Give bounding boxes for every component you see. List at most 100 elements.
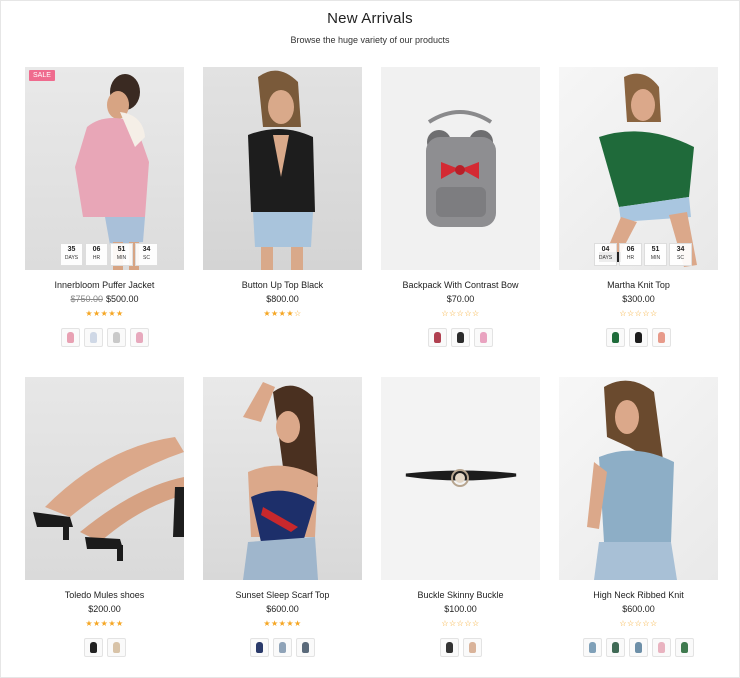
color-swatch[interactable] [583,638,602,657]
product-image[interactable] [25,377,184,580]
product-image[interactable] [203,67,362,270]
star-empty-icon: ☆ [441,309,449,318]
color-swatch[interactable] [462,638,482,657]
model-pink-jacket-image [75,74,149,270]
product-name[interactable]: Innerbloom Puffer Jacket [25,280,184,290]
product-name[interactable]: Sunset Sleep Scarf Top [203,590,362,600]
color-swatch[interactable] [60,328,80,347]
star-filled-icon: ★ [263,619,271,628]
product-price: $750.00 $500.00 [25,294,184,304]
rating-stars: ☆☆☆☆☆ [381,619,540,629]
star-empty-icon: ☆ [650,309,658,318]
star-empty-icon: ☆ [626,309,635,318]
current-price: $800.00 [266,294,299,304]
product-card[interactable]: Buckle Skinny Buckle $100.00 ☆☆☆☆☆ [381,377,540,657]
color-swatch[interactable] [474,328,493,347]
color-swatch[interactable] [629,328,648,347]
current-price: $600.00 [622,604,655,614]
product-image[interactable]: 04 DAYS 06 HR 51 MIN 34 SC [559,67,718,270]
product-card[interactable]: Toledo Mules shoes $200.00 ★★★★★ [25,377,184,657]
product-price: $70.00 [381,294,540,304]
countdown-timer: 35 DAYS 06 HR 51 MIN 34 SC [60,243,158,266]
product-image[interactable] [203,377,362,580]
star-filled-icon: ★ [286,309,294,318]
star-empty-icon: ☆ [294,309,302,318]
star-empty-icon: ☆ [642,309,650,318]
product-price: $800.00 [203,294,362,304]
rating-stars: ☆☆☆☆☆ [559,619,718,629]
section-subtitle: Browse the huge variety of our products [290,35,450,45]
star-filled-icon: ★ [92,619,101,628]
countdown-seconds: 34 SC [669,243,692,266]
model-green-knit-image [599,73,697,267]
color-swatch[interactable] [106,638,126,657]
color-swatch[interactable] [273,638,292,657]
star-filled-icon: ★ [116,619,124,628]
color-swatches [203,638,362,657]
countdown-days: 04 DAYS [594,243,617,266]
current-price: $600.00 [266,604,299,614]
section-title: New Arrivals [327,10,413,27]
color-swatch[interactable] [129,328,149,347]
product-card[interactable]: Backpack With Contrast Bow $70.00 ☆☆☆☆☆ [381,67,540,347]
product-name[interactable]: Buckle Skinny Buckle [381,590,540,600]
model-mules-shoes-image [33,437,184,561]
product-image[interactable] [381,67,540,270]
countdown-minutes: 51 MIN [644,243,667,266]
product-image[interactable]: SALE 35 DAYS 06 HR 51 MIN 34 SC [25,67,184,270]
star-empty-icon: ☆ [448,309,457,318]
rating-stars: ★★★★☆ [203,309,362,319]
current-price: $200.00 [88,604,121,614]
buckle-belt-image [405,469,517,487]
star-filled-icon: ★ [116,309,124,318]
color-swatch[interactable] [606,638,625,657]
current-price: $300.00 [622,294,655,304]
color-swatches [559,328,718,347]
old-price: $750.00 [70,294,103,304]
product-name[interactable]: High Neck Ribbed Knit [559,590,718,600]
countdown-days: 35 DAYS [60,243,83,266]
color-swatch[interactable] [606,328,625,347]
color-swatch[interactable] [83,328,103,347]
star-empty-icon: ☆ [619,309,627,318]
product-image[interactable] [559,377,718,580]
product-card[interactable]: 04 DAYS 06 HR 51 MIN 34 SC Martha Knit Top $… [559,67,718,347]
current-price: $70.00 [446,294,475,304]
model-scarf-top-image [243,382,318,580]
star-filled-icon: ★ [108,309,116,318]
product-name[interactable]: Backpack With Contrast Bow [381,280,540,290]
color-swatches [559,638,718,657]
backpack-image [426,110,496,227]
rating-stars: ☆☆☆☆☆ [559,309,718,319]
rating-stars: ☆☆☆☆☆ [381,309,540,319]
color-swatch[interactable] [296,638,315,657]
color-swatch[interactable] [83,638,103,657]
color-swatch[interactable] [652,328,671,347]
product-name[interactable]: Button Up Top Black [203,280,362,290]
product-card[interactable]: High Neck Ribbed Knit $600.00 ☆☆☆☆☆ [559,377,718,657]
product-image[interactable] [381,377,540,580]
color-swatch[interactable] [250,638,269,657]
star-filled-icon: ★ [92,309,101,318]
color-swatch[interactable] [675,638,694,657]
star-filled-icon: ★ [270,619,279,628]
product-card[interactable]: Button Up Top Black $800.00 ★★★★☆ [203,67,362,328]
model-black-top-image [248,70,315,270]
star-empty-icon: ☆ [650,619,658,628]
color-swatch[interactable] [106,328,126,347]
product-card[interactable]: Sunset Sleep Scarf Top $600.00 ★★★★★ [203,377,362,657]
star-filled-icon: ★ [108,619,116,628]
current-price: $500.00 [106,294,139,304]
color-swatch[interactable] [428,328,447,347]
product-name[interactable]: Toledo Mules shoes [25,590,184,600]
product-price: $200.00 [25,604,184,614]
color-swatch[interactable] [652,638,671,657]
color-swatch[interactable] [451,328,470,347]
color-swatch[interactable] [629,638,648,657]
product-card[interactable]: SALE 35 DAYS 06 HR 51 MIN 34 SC Innerbloom P… [25,67,184,347]
color-swatch[interactable] [439,638,459,657]
star-empty-icon: ☆ [464,619,472,628]
countdown-hours: 06 HR [85,243,108,266]
star-empty-icon: ☆ [642,619,650,628]
product-name[interactable]: Martha Knit Top [559,280,718,290]
